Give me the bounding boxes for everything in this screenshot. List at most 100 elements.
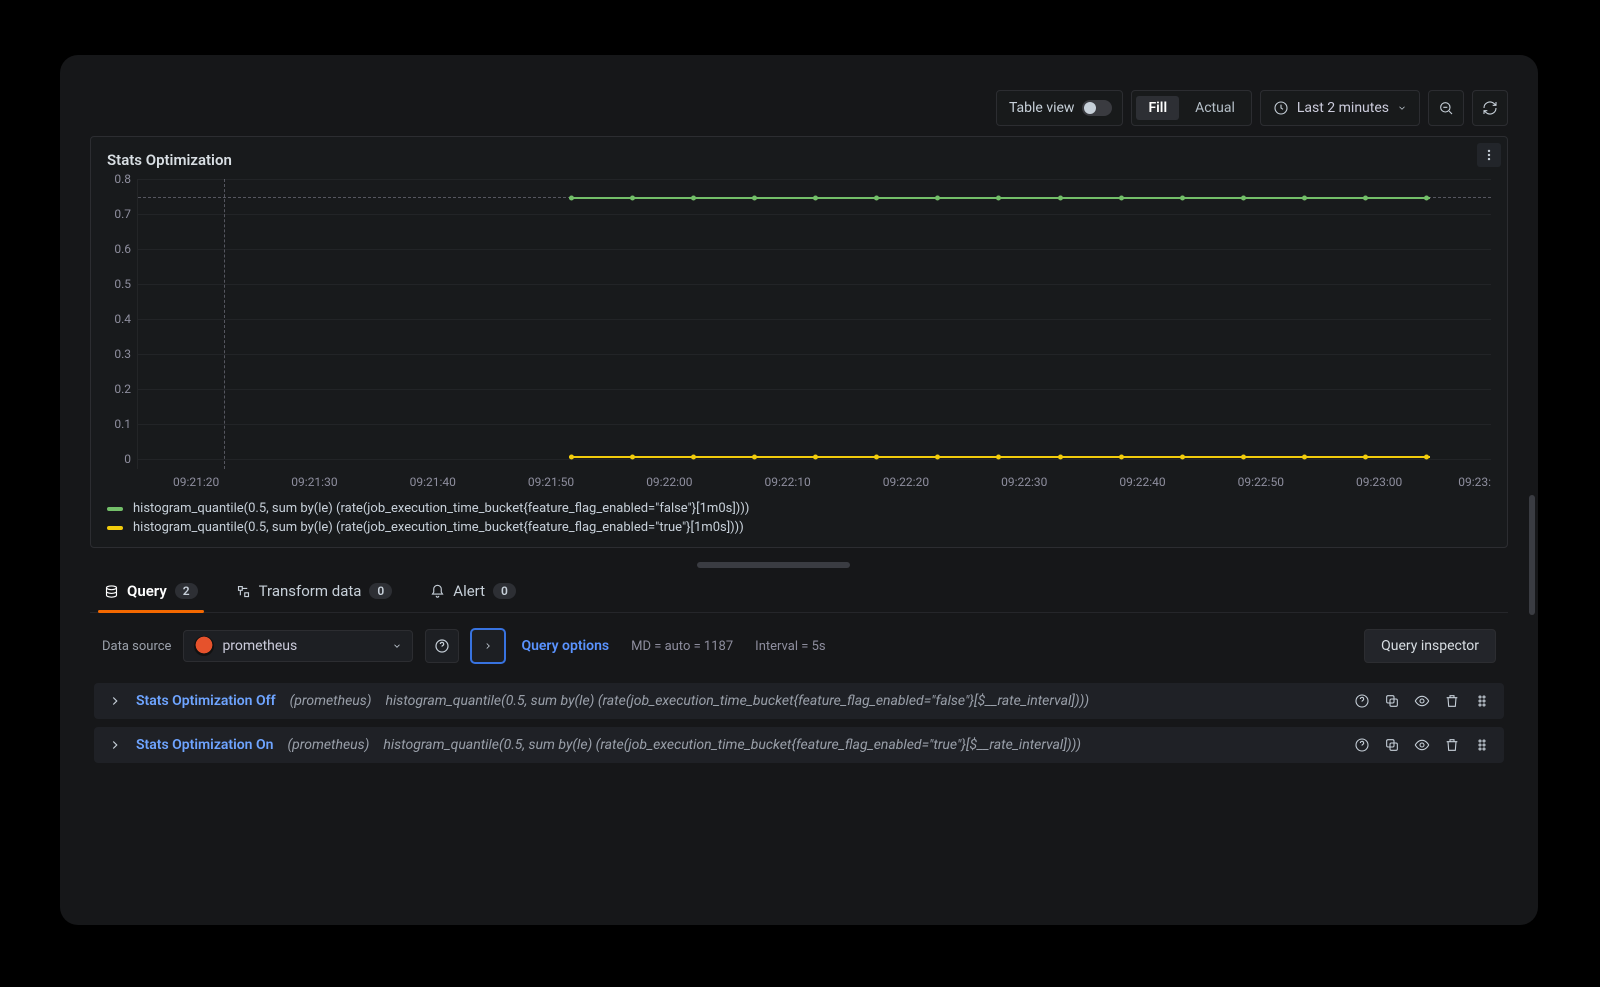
datasource-help-button[interactable]: [425, 629, 459, 663]
legend-label: histogram_quantile(0.5, sum by(le) (rate…: [133, 520, 744, 535]
tab-query-label: Query: [127, 582, 167, 600]
x-tick: 09:21:20: [137, 475, 255, 489]
eye-icon[interactable]: [1414, 737, 1430, 753]
tab-alert[interactable]: Alert 0: [424, 570, 522, 612]
chevron-right-icon: [483, 641, 493, 651]
tab-transform[interactable]: Transform data 0: [230, 570, 399, 612]
gridline: [138, 214, 1491, 215]
time-range-picker[interactable]: Last 2 minutes: [1260, 90, 1420, 126]
copy-icon[interactable]: [1384, 693, 1400, 709]
x-tick: 09:21:50: [492, 475, 610, 489]
prometheus-icon: [194, 636, 214, 656]
tab-query-badge: 2: [175, 583, 198, 599]
gridline: [138, 389, 1491, 390]
x-tick: 09:21:40: [374, 475, 492, 489]
actual-option[interactable]: Actual: [1183, 96, 1247, 120]
tab-transform-label: Transform data: [259, 582, 362, 600]
app-frame: Table view Fill Actual Last 2 minutes St…: [60, 55, 1538, 925]
gridline: [138, 179, 1491, 180]
y-tick: 0.1: [114, 417, 131, 431]
chevron-down-icon: [1397, 103, 1407, 113]
gridline: [138, 284, 1491, 285]
chevron-right-icon[interactable]: [108, 694, 122, 708]
scrollbar-thumb[interactable]: [697, 562, 850, 568]
x-tick: 09:22:20: [847, 475, 965, 489]
legend-swatch: [107, 526, 123, 530]
query-row-actions: [1354, 737, 1490, 753]
x-tick: 09:22:00: [610, 475, 728, 489]
help-icon: [434, 638, 450, 654]
toolbar: Table view Fill Actual Last 2 minutes: [90, 90, 1508, 126]
query-name[interactable]: Stats Optimization Off: [136, 693, 276, 709]
chart-panel: Stats Optimization 00.10.20.30.40.50.60.…: [90, 136, 1508, 548]
x-tick: 09:22:40: [1083, 475, 1201, 489]
query-list: Stats Optimization Off (prometheus) hist…: [90, 675, 1508, 771]
query-options-toggle[interactable]: [471, 629, 505, 663]
gridline: [138, 319, 1491, 320]
x-tick: 09:22:10: [728, 475, 846, 489]
bell-icon: [430, 584, 445, 599]
query-inspector-button[interactable]: Query inspector: [1364, 629, 1496, 663]
horizontal-scrollbar[interactable]: [374, 562, 1225, 568]
fill-option[interactable]: Fill: [1136, 96, 1179, 120]
x-tick: 09:22:30: [965, 475, 1083, 489]
trash-icon[interactable]: [1444, 737, 1460, 753]
chevron-right-icon[interactable]: [108, 738, 122, 752]
table-view-label: Table view: [997, 100, 1083, 116]
query-row: Stats Optimization Off (prometheus) hist…: [94, 683, 1504, 719]
copy-icon[interactable]: [1384, 737, 1400, 753]
query-row-actions: [1354, 693, 1490, 709]
cursor-line: [224, 179, 225, 469]
legend-item[interactable]: histogram_quantile(0.5, sum by(le) (rate…: [107, 499, 1491, 518]
help-icon[interactable]: [1354, 737, 1370, 753]
transform-icon: [236, 584, 251, 599]
help-icon[interactable]: [1354, 693, 1370, 709]
y-tick: 0.2: [114, 382, 131, 396]
time-range-label: Last 2 minutes: [1297, 100, 1389, 116]
legend-swatch: [107, 507, 123, 511]
gridline: [138, 424, 1491, 425]
datasource-select[interactable]: prometheus: [183, 630, 413, 662]
series-line-0[interactable]: [569, 197, 1430, 199]
query-options-label[interactable]: Query options: [521, 638, 609, 654]
query-datasource: (prometheus): [287, 737, 369, 753]
switch-icon[interactable]: [1082, 100, 1112, 116]
legend-item[interactable]: histogram_quantile(0.5, sum by(le) (rate…: [107, 518, 1491, 537]
drag-icon[interactable]: [1474, 737, 1490, 753]
database-icon: [104, 584, 119, 599]
eye-icon[interactable]: [1414, 693, 1430, 709]
x-tick: 09:23:00: [1320, 475, 1438, 489]
panel-menu-button[interactable]: [1477, 143, 1501, 167]
query-expression: histogram_quantile(0.5, sum by(le) (rate…: [386, 693, 1340, 709]
zoom-out-button[interactable]: [1428, 90, 1464, 126]
datasource-label: Data source: [102, 639, 171, 654]
trash-icon[interactable]: [1444, 693, 1460, 709]
tab-transform-badge: 0: [369, 583, 392, 599]
vertical-scrollbar-thumb[interactable]: [1529, 495, 1535, 615]
chevron-down-icon: [392, 641, 402, 651]
x-axis: 09:21:2009:21:3009:21:4009:21:5009:22:00…: [137, 475, 1491, 489]
plot-area[interactable]: [137, 179, 1491, 469]
y-tick: 0.7: [114, 207, 131, 221]
drag-icon[interactable]: [1474, 693, 1490, 709]
table-view-toggle[interactable]: Table view: [996, 90, 1124, 126]
tab-alert-label: Alert: [453, 582, 485, 600]
fill-actual-toggle[interactable]: Fill Actual: [1131, 90, 1251, 126]
zoom-out-icon: [1438, 100, 1454, 116]
tab-query[interactable]: Query 2: [98, 570, 204, 612]
query-name[interactable]: Stats Optimization On: [136, 737, 273, 753]
md-text: MD = auto = 1187: [631, 639, 733, 654]
y-tick: 0.6: [114, 242, 131, 256]
gridline: [138, 459, 1491, 460]
refresh-button[interactable]: [1472, 90, 1508, 126]
clock-icon: [1273, 100, 1289, 116]
series-line-1[interactable]: [569, 456, 1430, 458]
query-expression: histogram_quantile(0.5, sum by(le) (rate…: [383, 737, 1340, 753]
x-tick: 09:23:: [1438, 475, 1491, 489]
chart-area[interactable]: 00.10.20.30.40.50.60.70.8: [107, 179, 1491, 469]
x-tick: 09:22:50: [1202, 475, 1320, 489]
datasource-row: Data source prometheus Query options MD …: [90, 613, 1508, 675]
x-tick: 09:21:30: [255, 475, 373, 489]
legend: histogram_quantile(0.5, sum by(le) (rate…: [107, 499, 1491, 537]
kebab-icon: [1482, 148, 1496, 162]
